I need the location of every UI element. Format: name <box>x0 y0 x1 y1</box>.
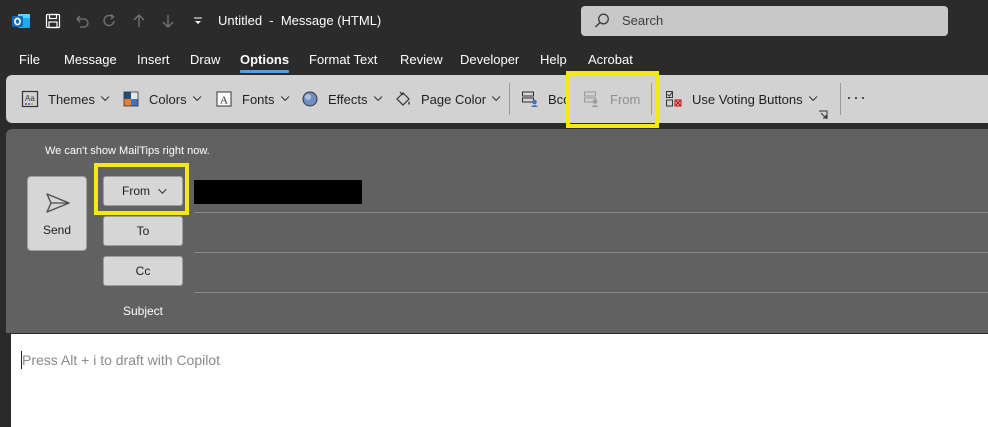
paint-bucket-icon <box>393 89 413 109</box>
send-label: Send <box>42 223 72 237</box>
to-button[interactable]: To <box>103 216 183 246</box>
customize-toolbar-icon[interactable] <box>188 11 208 31</box>
page-color-button[interactable]: Page Color <box>393 75 501 123</box>
menu-bar: File Message Insert Draw Options Format … <box>0 46 988 74</box>
from-label: From <box>122 184 150 198</box>
window-title: Untitled - Message (HTML) <box>218 13 382 28</box>
from-divider <box>194 212 988 213</box>
fonts-icon: A <box>214 89 234 109</box>
title-bar: Untitled - Message (HTML) Search <box>0 0 988 44</box>
cc-field-line[interactable] <box>194 292 988 293</box>
tab-options[interactable]: Options <box>240 52 290 73</box>
message-body[interactable]: Press Alt + i to draft with Copilot <box>11 334 988 427</box>
ribbon-separator <box>509 83 510 115</box>
bcc-label: Bcc <box>548 91 570 107</box>
tab-message[interactable]: Message <box>64 52 117 67</box>
from-button[interactable]: From <box>103 176 183 206</box>
send-icon <box>45 192 71 219</box>
colors-icon <box>121 89 141 109</box>
fonts-label: Fonts <box>242 91 275 107</box>
dialog-launcher-icon[interactable] <box>818 107 828 119</box>
svg-text:Aa: Aa <box>25 94 35 103</box>
colors-button[interactable]: Colors <box>121 75 201 123</box>
voting-icon <box>664 89 684 109</box>
arrow-down-icon[interactable] <box>158 11 178 31</box>
body-placeholder: Press Alt + i to draft with Copilot <box>22 352 221 368</box>
themes-label: Themes <box>48 91 95 107</box>
svg-text:A: A <box>220 95 228 107</box>
effects-icon <box>300 89 320 109</box>
tab-file[interactable]: File <box>19 52 40 67</box>
show-from-label: From <box>610 91 641 107</box>
page-color-label: Page Color <box>421 91 487 107</box>
ribbon-separator <box>651 83 652 115</box>
cc-button[interactable]: Cc <box>103 256 183 286</box>
themes-button[interactable]: Aa Themes <box>20 75 110 123</box>
tab-insert[interactable]: Insert <box>137 52 170 67</box>
undo-icon[interactable] <box>72 11 92 31</box>
effects-button[interactable]: Effects <box>300 75 382 123</box>
more-options-icon[interactable]: ··· <box>846 87 867 108</box>
bcc-icon <box>520 89 540 109</box>
to-field-line[interactable] <box>194 252 988 253</box>
cc-label: Cc <box>135 264 151 278</box>
bcc-button[interactable]: Bcc <box>520 75 570 123</box>
arrow-up-icon[interactable] <box>129 11 149 31</box>
tab-format-text[interactable]: Format Text <box>309 52 377 67</box>
themes-icon: Aa <box>20 89 40 109</box>
redo-icon[interactable] <box>100 11 120 31</box>
mailtips-message: We can't show MailTips right now. <box>45 145 210 157</box>
tab-draw[interactable]: Draw <box>190 52 220 67</box>
search-placeholder: Search <box>622 13 664 28</box>
colors-label: Colors <box>149 91 187 107</box>
use-voting-buttons-button[interactable]: Use Voting Buttons <box>664 75 817 123</box>
send-button[interactable]: Send <box>27 176 87 251</box>
ribbon-separator <box>840 83 841 115</box>
from-address-redacted <box>194 180 362 204</box>
tab-developer[interactable]: Developer <box>460 52 519 67</box>
from-dropdown-icon <box>158 185 167 194</box>
search-icon <box>593 12 611 35</box>
fonts-button[interactable]: A Fonts <box>214 75 289 123</box>
from-field-icon <box>582 89 602 109</box>
to-label: To <box>136 224 150 238</box>
effects-label: Effects <box>328 91 368 107</box>
save-icon[interactable] <box>43 11 63 31</box>
search-box[interactable]: Search <box>581 6 948 36</box>
tab-acrobat[interactable]: Acrobat <box>588 52 633 67</box>
tab-review[interactable]: Review <box>400 52 443 67</box>
outlook-logo-icon <box>11 11 31 31</box>
subject-label: Subject <box>122 304 164 318</box>
use-voting-buttons-label: Use Voting Buttons <box>692 91 803 107</box>
tab-help[interactable]: Help <box>540 52 567 67</box>
show-from-button[interactable]: From <box>582 75 640 123</box>
